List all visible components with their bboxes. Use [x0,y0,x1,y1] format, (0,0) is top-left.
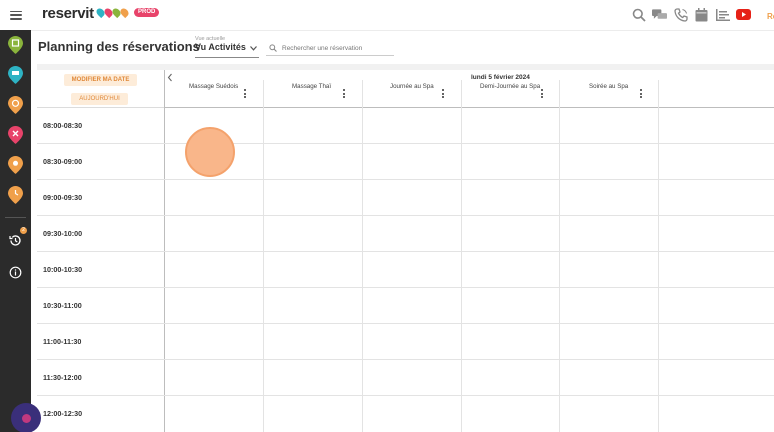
activity-name: Massage Suédois [189,83,239,90]
time-slot-row[interactable]: 11:30-12:00 [37,360,774,396]
time-slot-label: 11:00-11:30 [43,337,82,346]
planning-grid: MODIFIER MA DATE AUJOURD'HUI lundi 5 fév… [37,70,774,432]
pin-green-icon[interactable] [8,36,23,54]
left-sidebar: 2 [0,0,31,432]
view-underline [195,57,259,58]
time-slot-row[interactable]: 12:00-12:30 [37,396,774,432]
activity-column-header: Soirée au Spa [559,70,658,108]
search-field-icon [269,44,277,52]
more-vert-icon[interactable] [342,89,346,98]
click-indicator [185,127,235,177]
info-icon[interactable] [9,266,22,279]
search-box [266,43,394,56]
time-slot-row[interactable]: 09:30-10:00 [37,216,774,252]
view-selector[interactable]: Vue actuelle Vu Activités [195,36,259,58]
activity-column-header: Massage Suédois [165,70,263,108]
column-divider [263,80,264,108]
time-slot-label: 09:00-09:30 [43,193,83,202]
activity-column-header: Demi-Journée au Spa [461,70,559,108]
chevron-down-icon [250,46,257,51]
time-slot-label: 08:00-08:30 [43,121,83,130]
activity-name: Massage Thaï [292,83,332,90]
pin-teal-icon[interactable] [8,66,23,84]
history-badge: 2 [20,227,27,234]
more-vert-icon[interactable] [639,89,643,98]
menu-button[interactable] [0,0,31,30]
hamburger-icon [9,10,22,20]
logo-pins-icon [94,6,131,19]
list-icon[interactable] [715,7,730,22]
youtube-icon[interactable] [736,7,751,22]
time-slot-row[interactable]: 10:00-10:30 [37,252,774,288]
column-divider [658,80,659,108]
activity-column-header-empty [658,70,774,108]
pin-orange-3-icon[interactable] [8,186,23,204]
column-divider [559,80,560,108]
header-truncated-link[interactable]: Re [767,12,774,21]
time-slot-row[interactable]: 09:00-09:30 [37,180,774,216]
activity-name: Soirée au Spa [589,83,629,90]
brand-logo[interactable]: reservit [42,5,94,22]
time-slot-label: 10:30-11:00 [43,301,82,310]
pin-red-icon[interactable] [8,126,23,144]
column-divider [362,80,363,108]
time-slot-row[interactable]: 08:00-08:30 [37,108,774,144]
time-slot-row[interactable]: 08:30-09:00 [37,144,774,180]
history-icon[interactable] [9,234,22,247]
more-vert-icon[interactable] [243,89,247,98]
time-slot-label: 08:30-09:00 [43,157,83,166]
modify-date-button[interactable]: MODIFIER MA DATE [64,74,137,86]
page-title: Planning des réservations [38,39,200,54]
today-button[interactable]: AUJOURD'HUI [71,93,128,105]
more-vert-icon[interactable] [540,89,544,98]
activity-name: Journée au Spa [390,83,434,90]
support-chat-button[interactable] [11,403,41,432]
more-vert-icon[interactable] [441,89,445,98]
search-icon[interactable] [631,7,646,22]
time-slot-label: 11:30-12:00 [43,373,82,382]
search-input[interactable] [282,43,392,54]
calendar-icon[interactable] [694,7,709,22]
header-toolbar [631,7,751,22]
time-column-header: MODIFIER MA DATE AUJOURD'HUI [37,70,164,108]
chat-bubble-icon [21,413,31,423]
column-divider [461,80,462,108]
time-slot-row[interactable]: 11:00-11:30 [37,324,774,360]
time-slot-label: 09:30-10:00 [43,229,83,238]
env-badge: PROD [134,8,160,17]
top-header: reservit PROD Re [31,0,774,30]
header-divider [31,30,774,31]
activity-name: Demi-Journée au Spa [480,83,541,90]
pin-orange-icon[interactable] [8,96,23,114]
pin-orange-2-icon[interactable] [8,156,23,174]
time-slot-label: 10:00-10:30 [43,265,83,274]
chat-icon[interactable] [652,7,667,22]
activity-column-header: Massage Thaï [263,70,362,108]
time-slot-row[interactable]: 10:30-11:00 [37,288,774,324]
activity-column-header: Journée au Spa [362,70,461,108]
rail-divider [5,217,26,218]
time-slot-label: 12:00-12:30 [43,409,83,418]
phone-icon[interactable] [673,7,688,22]
